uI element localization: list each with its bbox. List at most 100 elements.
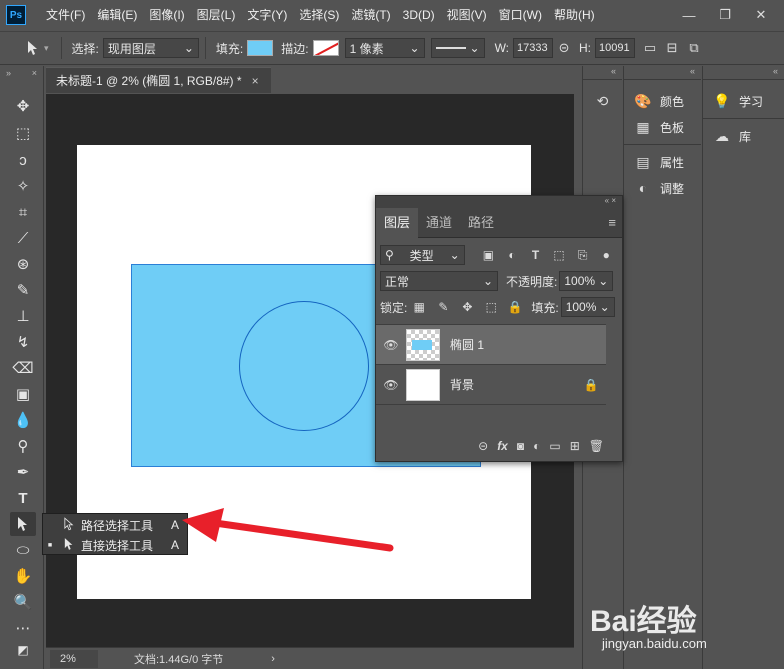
menu-help[interactable]: 帮助(H) (548, 0, 601, 30)
learn-panel-button[interactable]: 💡 学习 (703, 88, 784, 114)
filter-toggle-icon[interactable]: ● (594, 245, 618, 265)
new-group-icon[interactable]: ▭ (549, 439, 560, 453)
crop-tool-icon[interactable]: ⌗ (10, 200, 36, 224)
new-layer-icon[interactable]: ⊞ (570, 439, 580, 453)
pen-tool-icon[interactable]: ✒ (10, 460, 36, 484)
lock-all-icon[interactable]: 🔒 (503, 297, 527, 317)
link-layers-icon[interactable]: ⊝ (478, 439, 488, 453)
collapse-icon[interactable]: » (6, 68, 11, 78)
menu-image[interactable]: 图像(I) (143, 0, 190, 30)
menu-select[interactable]: 选择(S) (293, 0, 345, 30)
tab-channels[interactable]: 通道 (418, 208, 460, 238)
trash-icon[interactable]: 🗑 (589, 439, 604, 453)
menu-3d[interactable]: 3D(D) (397, 0, 441, 30)
adjustments-panel-button[interactable]: ◐ 调整 (624, 175, 701, 201)
close-tab-icon[interactable]: × (252, 74, 259, 88)
swatches-panel-button[interactable]: ▦ 色板 (624, 114, 701, 140)
path-operations-icon[interactable]: ▭ (639, 38, 661, 58)
eraser-tool-icon[interactable]: ⌫ (10, 356, 36, 380)
opacity-input[interactable]: 100% ⌄ (559, 271, 614, 291)
menu-edit[interactable]: 编辑(E) (91, 0, 143, 30)
clone-stamp-tool-icon[interactable]: ⊥ (10, 304, 36, 328)
new-adjustment-icon[interactable]: ◐ (533, 439, 540, 453)
filter-pixel-icon[interactable]: ▣ (477, 245, 501, 265)
width-input[interactable]: 17333 (513, 38, 554, 58)
blur-tool-icon[interactable]: 💧 (10, 408, 36, 432)
panel-menu-icon[interactable]: ≡ (608, 215, 616, 230)
menu-layer[interactable]: 图层(L) (191, 0, 242, 30)
layer-row[interactable]: 👁 椭圆 1 (376, 325, 606, 365)
menu-window[interactable]: 窗口(W) (493, 0, 548, 30)
blend-mode-dropdown[interactable]: 正常 ⌄ (380, 271, 498, 291)
lasso-tool-icon[interactable]: ↄ (10, 148, 36, 172)
stroke-width-dropdown[interactable]: 1 像素 ⌄ (344, 38, 425, 58)
lock-image-icon[interactable]: ✎ (431, 297, 455, 317)
collapse-bar[interactable]: « (624, 66, 701, 80)
select-dropdown[interactable]: 现用图层 ⌄ (102, 38, 199, 58)
menu-filter[interactable]: 滤镜(T) (345, 0, 396, 30)
more-tools-icon[interactable]: ⋯ (10, 616, 36, 640)
color-swatches-icon[interactable]: ◩ (10, 638, 36, 662)
dodge-tool-icon[interactable]: ⚲ (10, 434, 36, 458)
tool-preset-chevron-icon[interactable]: ▾ (44, 43, 49, 54)
gradient-tool-icon[interactable]: ▣ (10, 382, 36, 406)
path-selection-tool-icon[interactable] (10, 512, 36, 536)
type-tool-icon[interactable]: T (10, 486, 36, 510)
color-panel-button[interactable]: 🎨 颜色 (624, 88, 701, 114)
fill-input[interactable]: 100% ⌄ (560, 297, 615, 317)
history-brush-tool-icon[interactable]: ↯ (10, 330, 36, 354)
ellipse-path[interactable] (239, 301, 369, 431)
marquee-tool-icon[interactable]: ⬚ (10, 121, 36, 145)
ellipse-tool-icon[interactable]: ⬭ (10, 538, 36, 562)
path-alignment-icon[interactable]: ⊟ (661, 38, 683, 58)
document-tab[interactable]: 未标题-1 @ 2% (椭圆 1, RGB/8#) * × (46, 67, 271, 93)
zoom-level[interactable]: 2% (50, 649, 98, 668)
properties-panel-button[interactable]: ▤ 属性 (624, 149, 701, 175)
layer-name[interactable]: 椭圆 1 (450, 336, 606, 353)
lock-position-icon[interactable]: ✥ (455, 297, 479, 317)
filter-shape-icon[interactable]: ⬚ (547, 245, 571, 265)
history-icon[interactable]: ⟲ (583, 88, 622, 114)
path-arrangement-icon[interactable]: ⧉ (683, 38, 705, 58)
height-input[interactable]: 10091 (595, 38, 636, 58)
add-mask-icon[interactable]: ◙ (517, 439, 524, 453)
eyedropper-tool-icon[interactable]: ⟋ (10, 226, 36, 250)
menu-view[interactable]: 视图(V) (441, 0, 493, 30)
libraries-panel-button[interactable]: ☁ 库 (703, 123, 784, 149)
filter-smart-object-icon[interactable]: ⎘ (571, 245, 595, 265)
fx-icon[interactable]: fx (497, 439, 508, 453)
magic-wand-tool-icon[interactable]: ✧ (10, 174, 36, 198)
maximize-button[interactable]: ❐ (710, 0, 740, 30)
filter-type-icon[interactable]: T (524, 245, 548, 265)
healing-brush-tool-icon[interactable]: ⊛ (10, 252, 36, 276)
stroke-type-dropdown[interactable]: ⌄ (430, 38, 485, 58)
hand-tool-icon[interactable]: ✋ (10, 564, 36, 588)
flyout-item-path-selection[interactable]: 路径选择工具 A (43, 515, 187, 535)
brush-tool-icon[interactable]: ✎ (10, 278, 36, 302)
lock-artboard-icon[interactable]: ⬚ (479, 297, 503, 317)
collapse-bar[interactable]: « (583, 66, 622, 80)
tab-layers[interactable]: 图层 (376, 207, 419, 238)
menu-file[interactable]: 文件(F) (40, 0, 91, 30)
fill-swatch[interactable] (247, 40, 274, 56)
close-icon[interactable]: × (32, 68, 37, 78)
lock-transparency-icon[interactable]: ▦ (407, 297, 431, 317)
visibility-eye-icon[interactable]: 👁 (376, 378, 406, 392)
flyout-item-direct-selection[interactable]: ■ 直接选择工具 A (43, 535, 187, 555)
layers-panel-header[interactable]: « × (376, 196, 622, 208)
stroke-swatch[interactable] (312, 40, 339, 56)
link-icon[interactable]: ⊝ (553, 38, 575, 58)
filter-adjustment-icon[interactable]: ◐ (500, 245, 524, 265)
zoom-tool-icon[interactable]: 🔍 (10, 590, 36, 614)
info-arrow-icon[interactable]: › (271, 653, 275, 665)
path-select-tool-icon[interactable] (22, 38, 44, 58)
move-tool-icon[interactable]: ✥ (10, 94, 36, 118)
layer-name[interactable]: 背景 (450, 376, 576, 393)
menu-type[interactable]: 文字(Y) (241, 0, 293, 30)
close-button[interactable]: ✕ (746, 0, 776, 30)
tab-paths[interactable]: 路径 (460, 208, 502, 238)
layer-row[interactable]: 👁 背景 🔒 (376, 365, 606, 405)
minimize-button[interactable]: — (674, 0, 704, 30)
collapse-bar[interactable]: « (703, 66, 784, 80)
visibility-eye-icon[interactable]: 👁 (376, 338, 406, 352)
